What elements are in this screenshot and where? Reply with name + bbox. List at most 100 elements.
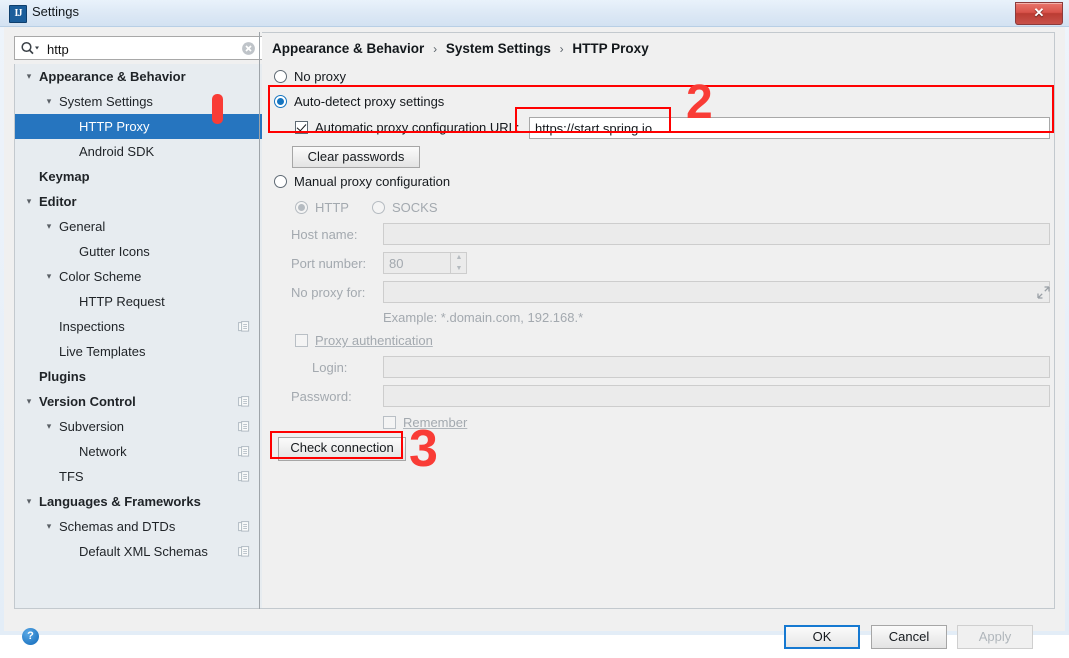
tree-item-label: Color Scheme [59, 269, 142, 284]
search-input[interactable] [45, 37, 239, 61]
no-proxy-label: No proxy [294, 69, 347, 84]
chevron-down-icon[interactable]: ▾ [23, 189, 35, 214]
chevron-down-icon[interactable]: ▾ [23, 389, 35, 414]
tree-item-label: Appearance & Behavior [39, 69, 186, 84]
password-input[interactable] [383, 385, 1050, 407]
tree-item-color-scheme[interactable]: ▾ Color Scheme [15, 264, 262, 289]
cancel-button[interactable]: Cancel [871, 625, 947, 649]
tree-item-label: Android SDK [79, 144, 155, 159]
title-bar: IJ Settings ✕ [0, 0, 1069, 27]
tree-item-http-proxy[interactable]: HTTP Proxy [15, 114, 262, 139]
chevron-down-icon[interactable]: ▾ [23, 64, 35, 89]
remember-checkbox[interactable] [383, 416, 396, 429]
copy-pages-icon [238, 321, 250, 332]
http-protocol-label: HTTP [315, 200, 349, 215]
search-box[interactable] [14, 36, 263, 61]
chevron-down-icon[interactable]: ▾ [43, 264, 55, 289]
host-name-input[interactable] [383, 223, 1050, 245]
close-button[interactable]: ✕ [1015, 2, 1063, 25]
intellij-idea-icon: IJ [9, 5, 27, 23]
dialog-footer: ? OK Cancel Apply [4, 614, 1065, 658]
tree-item-label: Editor [39, 194, 77, 209]
tree-item-subversion[interactable]: ▾ Subversion [15, 414, 262, 439]
tree-item-label: Inspections [59, 319, 125, 334]
pane-splitter[interactable] [259, 32, 260, 609]
tree-item-label: HTTP Request [79, 294, 165, 309]
tree-item-label: Keymap [39, 169, 90, 184]
copy-pages-icon [238, 396, 250, 407]
tree-item-appearance-behavior[interactable]: ▾ Appearance & Behavior [15, 64, 262, 89]
tree-item-label: Version Control [39, 394, 136, 409]
spinner-up-icon[interactable]: ▲ [451, 253, 467, 264]
tree-item-default-xml-schemas[interactable]: Default XML Schemas [15, 539, 262, 564]
check-connection-button[interactable]: Check connection [278, 437, 406, 461]
tree-item-android-sdk[interactable]: Android SDK [15, 139, 262, 164]
tree-item-label: System Settings [59, 94, 153, 109]
tree-item-tfs[interactable]: TFS [15, 464, 262, 489]
chevron-down-icon[interactable]: ▾ [43, 414, 55, 439]
auto-config-url-input[interactable]: https://start.spring.io [529, 117, 1050, 139]
port-number-label: Port number: [291, 256, 367, 271]
settings-dialog-window: IJ Settings ✕ ▾Appearance [0, 0, 1069, 649]
clear-passwords-button[interactable]: Clear passwords [292, 146, 420, 168]
apply-button: Apply [957, 625, 1033, 649]
tree-item-keymap[interactable]: Keymap [15, 164, 262, 189]
socks-protocol-radio[interactable] [372, 201, 385, 214]
tree-item-label: Gutter Icons [79, 244, 150, 259]
settings-tree-pane: ▾ Appearance & Behavior ▾ System Settings HT… [14, 32, 263, 609]
login-input[interactable] [383, 356, 1050, 378]
http-protocol-radio[interactable] [295, 201, 308, 214]
breadcrumb-part-3: HTTP Proxy [572, 41, 649, 56]
auto-detect-proxy-label: Auto-detect proxy settings [294, 94, 445, 109]
tree-item-gutter-icons[interactable]: Gutter Icons [15, 239, 262, 264]
copy-pages-icon [238, 446, 250, 457]
spinner-down-icon[interactable]: ▼ [451, 264, 467, 275]
tree-item-version-control[interactable]: ▾ Version Control [15, 389, 262, 414]
expand-field-icon[interactable] [1037, 286, 1050, 299]
settings-tree[interactable]: ▾ Appearance & Behavior ▾ System Settings HT… [14, 64, 263, 609]
chevron-down-icon[interactable]: ▾ [43, 214, 55, 239]
tree-item-label: TFS [59, 469, 84, 484]
no-proxy-for-input[interactable] [383, 281, 1050, 303]
tree-item-http-request[interactable]: HTTP Request [15, 289, 262, 314]
tree-item-inspections[interactable]: Inspections [15, 314, 262, 339]
no-proxy-for-label: No proxy for: [291, 285, 366, 300]
tree-item-languages-frameworks[interactable]: ▾ Languages & Frameworks [15, 489, 262, 514]
tree-item-schemas-and-dtds[interactable]: ▾ Schemas and DTDs [15, 514, 262, 539]
tree-item-general[interactable]: ▾ General [15, 214, 262, 239]
no-proxy-radio[interactable] [274, 70, 287, 83]
port-number-spinner[interactable]: ▲ ▼ [450, 253, 467, 274]
tree-item-editor[interactable]: ▾ Editor [15, 189, 262, 214]
close-icon: ✕ [1033, 5, 1045, 20]
manual-proxy-radio[interactable] [274, 175, 287, 188]
dialog-body: ▾ Appearance & Behavior ▾ System Settings HT… [4, 27, 1065, 649]
auto-detect-proxy-radio[interactable] [274, 95, 287, 108]
chevron-down-icon[interactable]: ▾ [43, 89, 55, 114]
clear-search-icon[interactable] [241, 41, 256, 56]
auto-config-url-checkbox[interactable] [295, 121, 308, 134]
tree-item-system-settings[interactable]: ▾ System Settings [15, 89, 262, 114]
tree-item-plugins[interactable]: Plugins [15, 364, 262, 389]
host-name-label: Host name: [291, 227, 358, 242]
copy-pages-icon [238, 546, 250, 557]
ok-button[interactable]: OK [784, 625, 860, 649]
tree-item-label: Live Templates [59, 344, 146, 359]
proxy-authentication-checkbox[interactable] [295, 334, 308, 347]
chevron-down-icon[interactable]: ▾ [43, 514, 55, 539]
chevron-down-icon[interactable]: ▾ [23, 489, 35, 514]
tree-item-label: Schemas and DTDs [59, 519, 176, 534]
tree-item-network[interactable]: Network [15, 439, 262, 464]
tree-item-label: Subversion [59, 419, 125, 434]
breadcrumb-separator-icon: › [433, 42, 438, 56]
tree-item-live-templates[interactable]: Live Templates [15, 339, 262, 364]
auto-config-url-label: Automatic proxy configuration URL: [315, 120, 520, 135]
remember-label: Remember [403, 415, 468, 430]
help-icon[interactable]: ? [22, 628, 39, 645]
